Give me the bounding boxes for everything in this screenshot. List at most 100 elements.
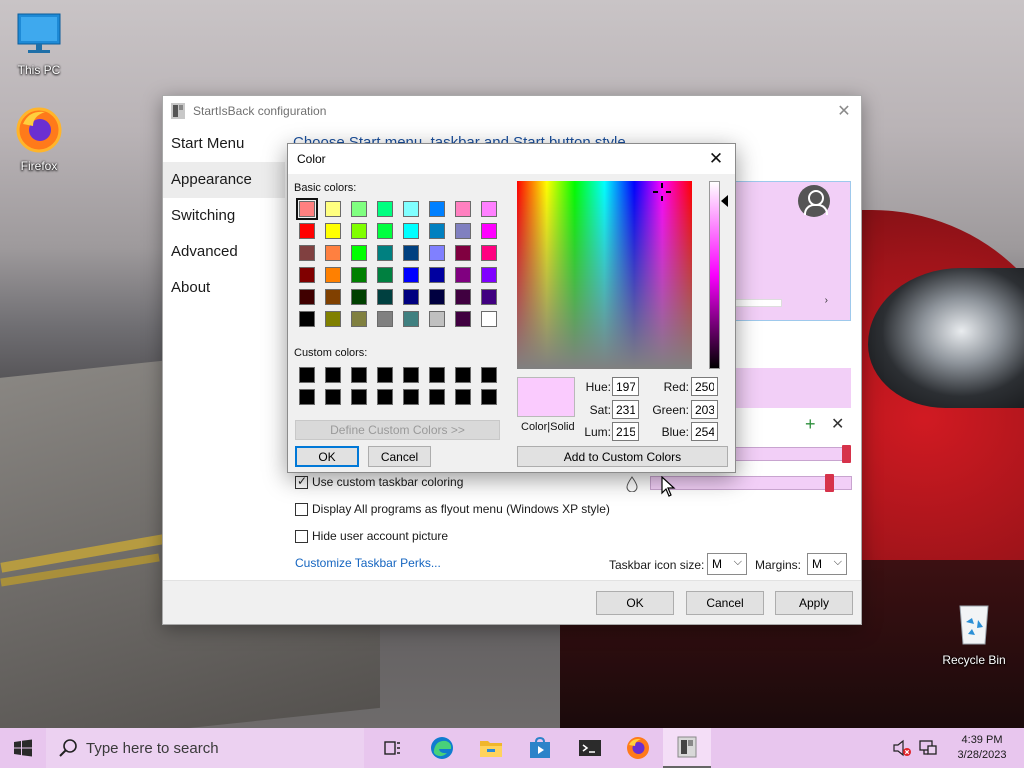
show-desktop-button[interactable] [1018, 728, 1024, 768]
custom-taskbar-checkbox[interactable] [295, 474, 308, 489]
taskbar-file-explorer[interactable] [467, 728, 515, 768]
basic-color-swatch[interactable] [299, 311, 315, 327]
basic-color-swatch[interactable] [299, 223, 315, 239]
basic-color-swatch[interactable] [429, 267, 445, 283]
taskbar-clock[interactable]: 4:39 PM 3/28/2023 [946, 733, 1018, 763]
task-view-button[interactable] [368, 728, 416, 768]
margins-select[interactable]: M ⌵ [807, 553, 847, 575]
taskbar-store[interactable] [516, 728, 564, 768]
custom-color-swatch[interactable] [299, 367, 315, 383]
basic-color-swatch[interactable] [299, 245, 315, 261]
start-button[interactable] [0, 728, 46, 768]
color-ok-button[interactable]: OK [295, 446, 359, 467]
start-menu-preview[interactable]: › [731, 181, 851, 321]
option-hide-picture[interactable]: Hide user account picture [295, 529, 448, 543]
custom-color-swatch[interactable] [377, 367, 393, 383]
basic-color-swatch[interactable] [351, 223, 367, 239]
red-field[interactable] [691, 377, 718, 396]
basic-color-swatch[interactable] [403, 289, 419, 305]
basic-color-swatch[interactable] [455, 267, 471, 283]
color-slider-1[interactable] [731, 445, 851, 463]
basic-color-swatch[interactable] [351, 245, 367, 261]
slider-thumb[interactable] [825, 474, 834, 492]
close-icon[interactable]: ✕ [833, 100, 855, 122]
option-xp-flyout[interactable]: Display All programs as flyout menu (Win… [295, 502, 610, 516]
basic-color-swatch[interactable] [455, 223, 471, 239]
taskbar-icon-size-select[interactable]: M ⌵ [707, 553, 747, 575]
basic-color-swatch[interactable] [377, 245, 393, 261]
add-icon[interactable]: + [805, 414, 816, 435]
xp-flyout-checkbox[interactable] [295, 502, 308, 516]
custom-color-swatch[interactable] [429, 389, 445, 405]
basic-color-swatch[interactable] [299, 267, 315, 283]
basic-color-swatch[interactable] [351, 201, 367, 217]
luminosity-arrow-icon[interactable] [721, 195, 728, 207]
color-dialog-titlebar[interactable]: Color [288, 144, 735, 174]
custom-color-swatch[interactable] [481, 367, 497, 383]
basic-color-swatch[interactable] [481, 311, 497, 327]
basic-color-swatch[interactable] [403, 267, 419, 283]
basic-color-swatch[interactable] [377, 267, 393, 283]
custom-color-swatch[interactable] [351, 389, 367, 405]
basic-color-swatch[interactable] [403, 201, 419, 217]
custom-color-swatch[interactable] [351, 367, 367, 383]
basic-color-swatch[interactable] [377, 289, 393, 305]
basic-color-swatch[interactable] [429, 223, 445, 239]
basic-color-swatch[interactable] [325, 311, 341, 327]
cancel-button[interactable]: Cancel [686, 591, 764, 615]
basic-color-swatch[interactable] [455, 289, 471, 305]
custom-color-swatch[interactable] [429, 367, 445, 383]
custom-color-swatch[interactable] [455, 367, 471, 383]
basic-color-swatch[interactable] [325, 245, 341, 261]
desktop-icon-recycle-bin[interactable]: Recycle Bin [936, 600, 1012, 667]
sib-titlebar[interactable]: StartIsBack configuration [163, 96, 861, 126]
define-custom-colors-button[interactable]: Define Custom Colors >> [295, 420, 500, 440]
basic-color-swatch[interactable] [325, 223, 341, 239]
luminosity-bar[interactable] [709, 181, 720, 369]
custom-color-swatch[interactable] [403, 389, 419, 405]
custom-color-swatch[interactable] [403, 367, 419, 383]
customize-taskbar-perks-link[interactable]: Customize Taskbar Perks... [295, 556, 441, 570]
basic-color-swatch[interactable] [481, 245, 497, 261]
taskbar-search-box[interactable]: Type here to search [46, 728, 364, 768]
basic-color-swatch[interactable] [481, 267, 497, 283]
color-spectrum[interactable] [517, 181, 692, 369]
nav-appearance[interactable]: Appearance [163, 162, 285, 198]
network-icon[interactable] [918, 738, 938, 758]
basic-color-swatch[interactable] [377, 201, 393, 217]
basic-color-swatch[interactable] [351, 267, 367, 283]
basic-color-swatch[interactable] [377, 223, 393, 239]
basic-color-swatch[interactable] [481, 289, 497, 305]
color-slider-2[interactable] [650, 474, 852, 492]
basic-color-swatch[interactable] [299, 289, 315, 305]
taskbar-firefox[interactable] [614, 728, 662, 768]
custom-color-swatch[interactable] [325, 389, 341, 405]
desktop-icon-this-pc[interactable]: This PC [1, 10, 77, 77]
taskbar-edge[interactable] [418, 728, 466, 768]
custom-color-swatch[interactable] [481, 389, 497, 405]
blue-field[interactable] [691, 422, 718, 441]
hue-field[interactable] [612, 377, 639, 396]
nav-advanced[interactable]: Advanced [163, 234, 285, 270]
basic-color-swatch[interactable] [429, 201, 445, 217]
nav-switching[interactable]: Switching [163, 198, 285, 234]
basic-color-swatch[interactable] [325, 289, 341, 305]
basic-color-swatch[interactable] [455, 311, 471, 327]
basic-color-swatch[interactable] [429, 289, 445, 305]
taskbar-terminal[interactable] [566, 728, 614, 768]
close-icon[interactable]: ✕ [705, 148, 727, 170]
volume-muted-icon[interactable] [892, 738, 912, 758]
basic-color-swatch[interactable] [481, 201, 497, 217]
basic-color-swatch[interactable] [429, 311, 445, 327]
option-custom-taskbar[interactable]: Use custom taskbar coloring [295, 474, 463, 489]
custom-color-swatch[interactable] [455, 389, 471, 405]
remove-icon[interactable]: ✕ [831, 414, 844, 434]
basic-color-swatch[interactable] [455, 201, 471, 217]
custom-color-swatch[interactable] [325, 367, 341, 383]
basic-color-swatch[interactable] [351, 289, 367, 305]
basic-color-swatch[interactable] [403, 311, 419, 327]
basic-color-swatch[interactable] [377, 311, 393, 327]
basic-color-swatch[interactable] [429, 245, 445, 261]
desktop-icon-firefox[interactable]: Firefox [1, 106, 77, 173]
lum-field[interactable] [612, 422, 639, 441]
